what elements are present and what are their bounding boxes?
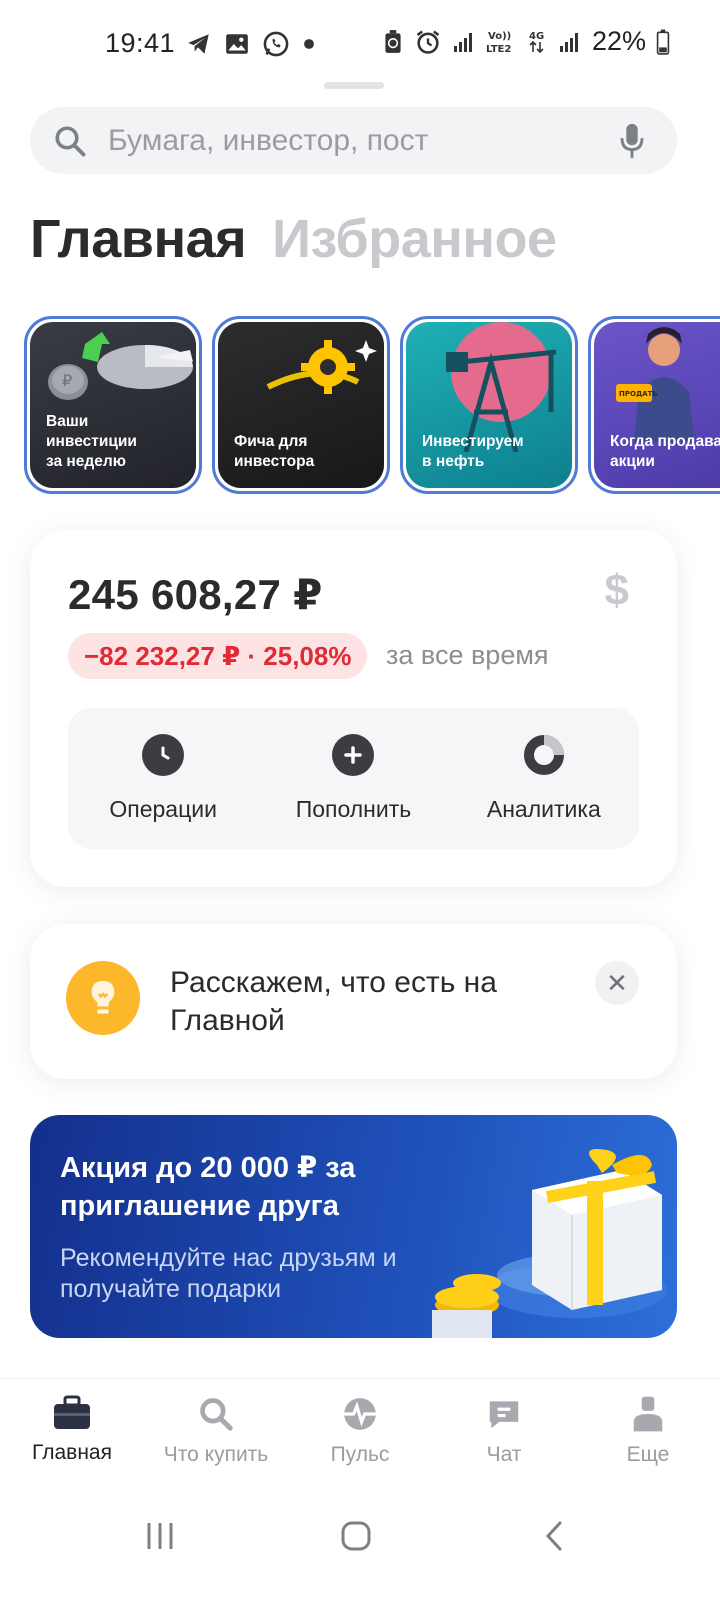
alarm-icon: [416, 29, 440, 54]
status-right: Vo)) LTE2 4G 22%: [382, 26, 670, 57]
search-bar[interactable]: [30, 107, 677, 174]
promo-title: Акция до 20 000 ₽ за приглашение друга: [60, 1152, 356, 1222]
system-navigation-bar: [0, 1490, 720, 1600]
currency-switch-icon[interactable]: $: [605, 566, 629, 616]
signal-icon: [453, 32, 472, 52]
search-icon: [55, 126, 86, 157]
story-oil-investing[interactable]: Инвестируем в нефть: [400, 316, 578, 494]
briefcase-icon: [54, 1395, 90, 1429]
telegram-icon: [188, 34, 209, 54]
nav-label: Чат: [486, 1443, 522, 1466]
hint-text: Расскажем, что есть на Главной: [170, 966, 497, 1037]
4g-icon: 4G: [529, 31, 544, 53]
volte-icon: Vo)) LTE2: [486, 31, 511, 55]
search-icon: [200, 1398, 233, 1431]
back-icon[interactable]: [538, 1520, 570, 1552]
home-icon[interactable]: [340, 1520, 372, 1552]
top-up-button[interactable]: Пополнить: [258, 708, 448, 849]
nav-item-pulse[interactable]: Пульс: [288, 1379, 432, 1488]
action-label: Аналитика: [486, 796, 601, 822]
portfolio-total: 245 608,27 ₽: [68, 571, 323, 618]
battery-icon: [656, 29, 670, 55]
story-label: Когда продавать акции: [610, 433, 720, 470]
drag-handle[interactable]: [324, 82, 384, 89]
story-when-to-sell[interactable]: ПРОДАТЬ Когда продавать акции: [588, 316, 720, 494]
story-weekly-investments[interactable]: ₽ Ваши инвестиции за неделю: [24, 316, 202, 494]
whatsapp-icon: [263, 31, 289, 57]
nav-label: Что купить: [163, 1443, 269, 1466]
nav-item-main[interactable]: Главная: [0, 1379, 144, 1488]
story-label: Фича для инвестора: [234, 433, 315, 470]
donut-chart-icon: [523, 734, 565, 776]
status-left-icons: [186, 30, 316, 58]
pulse-icon: [344, 1398, 376, 1430]
nav-label: Еще: [626, 1443, 670, 1466]
status-time: 19:41: [105, 28, 176, 58]
pie-chart-coin-illustration: ₽: [48, 332, 193, 400]
search-input[interactable]: [108, 117, 588, 164]
svg-text:Vo)): Vo)): [488, 31, 511, 42]
gift-box-illustration: [432, 1149, 667, 1338]
story-label: Инвестируем в нефть: [422, 433, 524, 470]
analytics-button[interactable]: Аналитика: [449, 708, 639, 849]
portfolio-actions: Операции Пополнить Аналитика: [68, 708, 639, 849]
sell-badge: ПРОДАТЬ: [619, 390, 658, 398]
signal-icon: [559, 32, 578, 52]
main-tabs: Главная Избранное: [30, 208, 557, 270]
portfolio-change-badge: −82 232,27 ₽ · 25,08%: [68, 633, 368, 679]
gear-glow-illustration: [266, 340, 377, 394]
microphone-icon[interactable]: [617, 121, 647, 161]
period-label[interactable]: за все время: [386, 640, 549, 671]
svg-text:LTE2: LTE2: [486, 44, 511, 55]
bottom-nav: Главная Что купить Пульс Чат Еще: [0, 1378, 720, 1488]
battery-percent: 22%: [591, 26, 646, 56]
tab-main[interactable]: Главная: [30, 208, 247, 270]
story-investor-feature[interactable]: Фича для инвестора: [212, 316, 390, 494]
close-icon[interactable]: ✕: [595, 961, 639, 1005]
svg-text:₽: ₽: [62, 371, 72, 390]
svg-text:4G: 4G: [529, 31, 544, 42]
recent-apps-icon[interactable]: [144, 1520, 176, 1552]
clock-icon: [142, 734, 185, 776]
referral-promo-banner[interactable]: Акция до 20 000 ₽ за приглашение друга Р…: [30, 1115, 677, 1338]
hint-card[interactable]: Расскажем, что есть на Главной ✕: [30, 924, 677, 1079]
nav-item-chat[interactable]: Чат: [432, 1379, 576, 1488]
story-label: Ваши инвестиции за неделю: [46, 413, 137, 470]
action-label: Операции: [109, 796, 217, 822]
promo-subtitle: Рекомендуйте нас друзьям и получайте под…: [60, 1244, 397, 1303]
status-bar: 19:41 Vo)) LTE2 4G 22%: [0, 0, 720, 90]
recycle-battery-icon: [385, 29, 401, 53]
nav-label: Главная: [32, 1441, 112, 1464]
action-label: Пополнить: [295, 796, 412, 822]
lightbulb-icon: [66, 961, 140, 1035]
nav-item-more[interactable]: Еще: [576, 1379, 720, 1488]
portfolio-card[interactable]: 245 608,27 ₽ $ −82 232,27 ₽ · 25,08% за …: [30, 530, 677, 887]
operations-button[interactable]: Операции: [68, 708, 258, 849]
plus-icon: [332, 734, 375, 776]
nav-item-what-to-buy[interactable]: Что купить: [144, 1379, 288, 1488]
stories-carousel[interactable]: ₽ Ваши инвестиции за неделю Фича для инв…: [24, 316, 720, 496]
nav-label: Пульс: [330, 1443, 390, 1466]
gallery-icon: [226, 34, 248, 54]
profile-icon: [633, 1396, 663, 1432]
tab-favorites[interactable]: Избранное: [272, 208, 557, 270]
dot-icon: [304, 39, 314, 49]
chat-icon: [489, 1401, 519, 1429]
